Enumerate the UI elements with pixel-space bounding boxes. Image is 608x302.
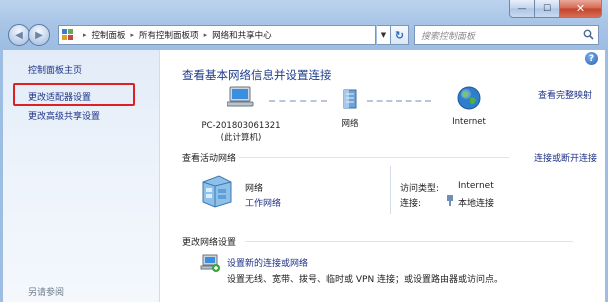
see-also-heading: 另请参阅	[28, 288, 65, 298]
client-area: 控制面板主页 更改适配器设置 更改高级共享设置 另请参阅 ? 查看基本网络信息并…	[3, 50, 605, 302]
full-map-link[interactable]: 查看完整映射	[538, 88, 592, 101]
internet-label: Internet	[452, 117, 486, 127]
network-type-link[interactable]: 工作网络	[245, 196, 281, 209]
computer-sublabel: (此计算机)	[220, 133, 262, 143]
setup-new-connection-description: 设置无线、宽带、拨号、临时或 VPN 连接；或设置路由器或访问点。	[227, 275, 504, 285]
back-button[interactable]: ◀	[8, 24, 30, 46]
search-placeholder: 搜索控制面板	[421, 31, 476, 42]
maximize-button[interactable]: ☐	[535, 0, 560, 18]
work-network-icon	[202, 175, 232, 208]
connect-disconnect-link[interactable]: 连接或断开连接	[534, 151, 597, 164]
breadcrumb-item-network-center[interactable]: 网络和共享中心	[212, 29, 272, 41]
access-type-label: 访问类型:	[400, 184, 440, 194]
change-settings-heading: 更改网络设置	[182, 238, 237, 248]
help-icon[interactable]: ?	[585, 52, 598, 65]
map-node-network[interactable]: 网络	[337, 88, 363, 130]
breadcrumb-separator[interactable]: ▸	[131, 31, 135, 39]
globe-icon	[457, 86, 481, 110]
navigation-bar: ◀ ▶ ▸ 控制面板 ▸ 所有控制面板项 ▸ 网络和共享中心 ▼ ↻ 搜索控制面…	[0, 23, 608, 49]
map-connector	[367, 100, 431, 102]
control-panel-icon	[62, 28, 75, 42]
page-title: 查看基本网络信息并设置连接	[182, 68, 332, 82]
new-connection-icon	[200, 254, 220, 272]
search-icon[interactable]	[583, 29, 594, 40]
section-divider	[239, 157, 509, 158]
map-node-computer[interactable]: PC-201803061321 (此计算机)	[199, 86, 283, 144]
breadcrumb-separator[interactable]: ▸	[204, 31, 208, 39]
main-panel: ? 查看基本网络信息并设置连接 查看完整映射 PC-201803061321 (…	[161, 50, 605, 302]
access-type-value: Internet	[458, 181, 494, 191]
connection-label: 连接:	[400, 199, 422, 209]
breadcrumb-separator[interactable]: ▸	[83, 31, 87, 39]
sidebar: 控制面板主页 更改适配器设置 更改高级共享设置 另请参阅	[3, 50, 160, 302]
section-divider	[245, 241, 573, 242]
sidebar-item-advanced-sharing[interactable]: 更改高级共享设置	[28, 109, 100, 122]
sidebar-item-adapter-settings[interactable]: 更改适配器设置	[28, 90, 91, 103]
computer-icon	[227, 86, 254, 107]
breadcrumb-item-all-items[interactable]: 所有控制面板项	[139, 29, 199, 41]
minimize-button[interactable]: —	[509, 0, 535, 18]
address-dropdown-button[interactable]: ▼	[377, 25, 391, 45]
close-button[interactable]: ✕	[560, 0, 602, 18]
computer-name: PC-201803061321	[201, 121, 281, 131]
vertical-divider	[390, 166, 391, 214]
local-connection-link[interactable]: 本地连接	[458, 196, 494, 209]
breadcrumb: ▸ 控制面板 ▸ 所有控制面板项 ▸ 网络和共享中心	[78, 29, 272, 41]
refresh-button[interactable]: ↻	[391, 25, 409, 45]
breadcrumb-item-control-panel[interactable]: 控制面板	[92, 29, 126, 41]
network-name: 网络	[245, 184, 264, 194]
address-bar[interactable]: ▸ 控制面板 ▸ 所有控制面板项 ▸ 网络和共享中心	[58, 25, 376, 45]
search-input[interactable]: 搜索控制面板	[414, 25, 599, 45]
window: — ☐ ✕ ◀ ▶ ▸ 控制面板 ▸ 所有控制面板项 ▸ 网络和共享中心 ▼ ↻	[0, 0, 608, 302]
ethernet-icon	[447, 195, 453, 206]
setup-new-connection-link[interactable]: 设置新的连接或网络	[227, 256, 308, 269]
network-icon	[343, 89, 357, 109]
sidebar-item-home[interactable]: 控制面板主页	[28, 63, 82, 76]
network-label: 网络	[341, 119, 359, 129]
active-networks-heading: 查看活动网络	[182, 154, 237, 164]
caption-buttons: — ☐ ✕	[509, 0, 602, 18]
map-node-internet[interactable]: Internet	[444, 86, 494, 128]
forward-button[interactable]: ▶	[28, 24, 50, 46]
